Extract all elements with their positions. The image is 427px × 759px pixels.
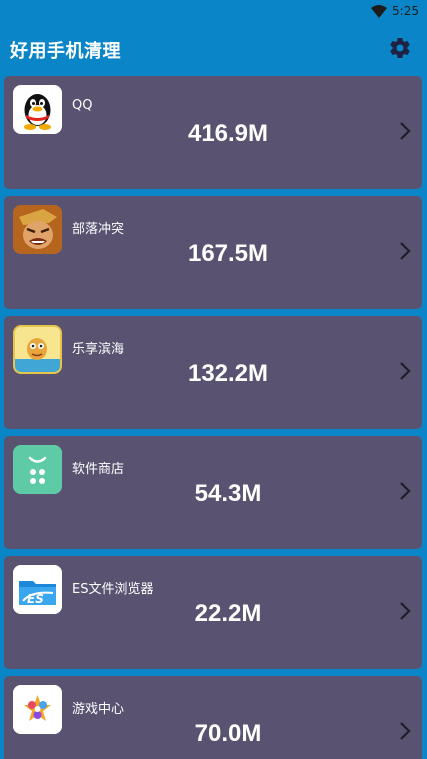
chevron-right-icon[interactable] bbox=[399, 601, 411, 621]
chevron-right-icon[interactable] bbox=[399, 481, 411, 501]
gear-icon[interactable] bbox=[388, 36, 412, 60]
app-size: 70.0M bbox=[194, 720, 262, 747]
chevron-right-icon[interactable] bbox=[399, 121, 411, 141]
app-title: 好用手机清理 bbox=[10, 41, 121, 62]
app-name: 部落冲突 bbox=[72, 222, 125, 237]
app-name: 乐享滨海 bbox=[72, 342, 125, 357]
app-size: 54.3M bbox=[194, 480, 262, 507]
app-size: 132.2M bbox=[187, 360, 269, 387]
app-name: 软件商店 bbox=[72, 462, 125, 477]
app-size: 167.5M bbox=[187, 240, 269, 267]
status-bar: 5:25 bbox=[0, 0, 427, 24]
app-list: QQ 416.9M 部落冲突 167.5M 乐享滨海 132.2M 软件商店 5… bbox=[0, 72, 427, 759]
chevron-right-icon[interactable] bbox=[399, 361, 411, 381]
app-card-qq[interactable]: QQ 416.9M bbox=[4, 76, 422, 189]
app-card-lexiang[interactable]: 乐享滨海 132.2M bbox=[4, 316, 422, 429]
status-time: 5:25 bbox=[392, 4, 419, 18]
app-bar: 好用手机清理 bbox=[0, 24, 427, 72]
app-size: 416.9M bbox=[187, 120, 269, 147]
app-card-es[interactable]: ES ES文件浏览器 22.2M bbox=[4, 556, 422, 669]
app-card-clash[interactable]: 部落冲突 167.5M bbox=[4, 196, 422, 309]
wifi-icon bbox=[371, 5, 387, 18]
app-name: ES文件浏览器 bbox=[72, 582, 154, 597]
app-name: 游戏中心 bbox=[72, 702, 125, 717]
chevron-right-icon[interactable] bbox=[399, 241, 411, 261]
chevron-right-icon[interactable] bbox=[399, 721, 411, 741]
app-card-store[interactable]: 软件商店 54.3M bbox=[4, 436, 422, 549]
app-name: QQ bbox=[72, 98, 93, 113]
app-card-game[interactable]: 游戏中心 70.0M bbox=[4, 676, 422, 759]
app-size: 22.2M bbox=[194, 600, 262, 627]
